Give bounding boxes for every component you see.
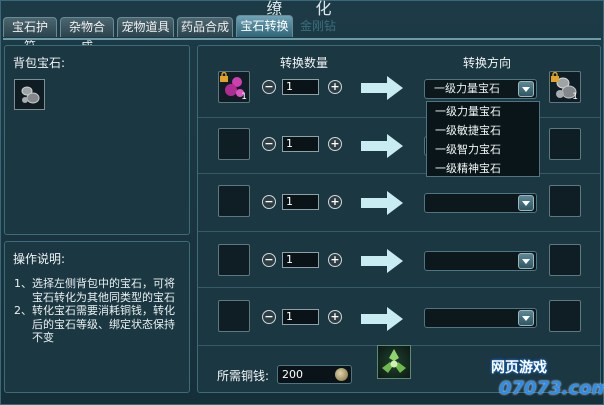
dropdown-option[interactable]: 一级智力宝石	[427, 140, 539, 159]
source-gem-slot[interactable]	[218, 300, 250, 332]
decrease-qty-button[interactable]: −	[262, 253, 276, 267]
cost-field: 200	[277, 365, 352, 384]
direction-select[interactable]	[424, 308, 537, 328]
convert-arrow-icon	[361, 249, 403, 273]
instructions-title: 操作说明:	[13, 252, 66, 266]
dropdown-option[interactable]: 一级敏捷宝石	[427, 121, 539, 140]
tab-bar: 宝石护符 杂物合成 宠物道具 药品合成 宝石转换 金刚钻	[3, 15, 343, 53]
cost-value: 200	[282, 368, 303, 381]
target-gem-slot[interactable]	[549, 300, 581, 332]
source-gem-slot[interactable]: 1	[218, 71, 250, 103]
decrease-qty-button[interactable]: −	[262, 195, 276, 209]
bag-panel: 背包宝石:	[4, 45, 190, 235]
increase-qty-button[interactable]: +	[328, 137, 342, 151]
tab-gem-amulet[interactable]: 宝石护符	[3, 17, 57, 53]
tab-gem-convert[interactable]: 宝石转换	[236, 15, 293, 37]
instruction-item: 2、 转化宝石需要消耗铜钱，转化后的宝石等级、绑定状态保持不变	[14, 304, 175, 344]
quantity-input[interactable]: 1	[282, 309, 319, 325]
site-watermark: 网页游戏 07073.com	[491, 353, 604, 405]
direction-dropdown-menu: 一级力量宝石 一级敏捷宝石 一级智力宝石 一级精神宝石	[426, 101, 540, 177]
window-title: 缭 化	[266, 0, 346, 18]
convert-arrow-icon	[361, 76, 403, 100]
direction-select[interactable]: 一级力量宝石	[424, 79, 537, 99]
dropdown-option[interactable]: 一级力量宝石	[427, 102, 539, 121]
increase-qty-button[interactable]: +	[328, 80, 342, 94]
target-gem-slot[interactable]	[549, 244, 581, 276]
source-gem-slot[interactable]	[218, 244, 250, 276]
direction-select[interactable]	[424, 251, 537, 271]
qty-header: 转换数量	[280, 56, 329, 70]
convert-arrow-icon	[361, 307, 403, 331]
stone-gem-icon	[21, 86, 39, 103]
tab-misc-synthesis[interactable]: 杂物合成	[60, 17, 114, 53]
target-gem-slot[interactable]	[549, 185, 581, 217]
source-gem-slot[interactable]	[218, 185, 250, 217]
watermark-line2: 07073.com	[499, 378, 604, 399]
chevron-down-icon[interactable]	[518, 310, 534, 326]
direction-select[interactable]	[424, 193, 537, 213]
dropdown-option[interactable]: 一级精神宝石	[427, 159, 539, 178]
tab-underline	[3, 38, 601, 40]
decrease-qty-button[interactable]: −	[262, 137, 276, 151]
bag-gem-slot[interactable]	[14, 79, 45, 110]
target-gem-slot[interactable]	[549, 128, 581, 160]
convert-arrow-icon	[361, 134, 403, 158]
convert-confirm-button[interactable]	[377, 345, 411, 379]
gem-conversion-window: 缭 化 宝石护符 杂物合成 宠物道具 药品合成 宝石转换 金刚钻 背包宝石: 操…	[0, 0, 604, 405]
direction-header: 转换方向	[463, 56, 512, 70]
tab-potion-synthesis[interactable]: 药品合成	[177, 17, 233, 37]
tab-pet-items[interactable]: 宠物道具	[117, 17, 174, 37]
decrease-qty-button[interactable]: −	[262, 310, 276, 324]
convert-arrow-icon	[361, 191, 403, 215]
increase-qty-button[interactable]: +	[328, 195, 342, 209]
quantity-input[interactable]: 1	[282, 136, 319, 152]
row-separator	[198, 287, 600, 288]
chevron-down-icon[interactable]	[518, 81, 534, 97]
quantity-input[interactable]: 1	[282, 194, 319, 210]
watermark-line1: 网页游戏	[491, 360, 547, 376]
source-count: 1	[241, 92, 247, 102]
source-gem-slot[interactable]	[218, 128, 250, 160]
chevron-down-icon[interactable]	[518, 195, 534, 211]
instructions-panel: 操作说明: 1、 选择左侧背包中的宝石，可将宝石转化为其他同类型的宝石 2、 转…	[4, 241, 190, 393]
coin-icon	[335, 368, 348, 381]
bag-title: 背包宝石:	[13, 56, 66, 70]
instructions-list: 1、 选择左侧背包中的宝石，可将宝石转化为其他同类型的宝石 2、 转化宝石需要消…	[14, 277, 184, 345]
quantity-input[interactable]: 1	[282, 252, 319, 268]
row-separator	[198, 231, 600, 232]
lock-icon	[551, 72, 559, 82]
cost-label: 所需铜钱:	[217, 369, 270, 383]
tab-diamond[interactable]: 金刚钻	[296, 17, 340, 37]
jade-emblem-icon	[382, 349, 406, 373]
quantity-input[interactable]: 1	[282, 79, 319, 95]
decrease-qty-button[interactable]: −	[262, 80, 276, 94]
increase-qty-button[interactable]: +	[328, 253, 342, 267]
chevron-down-icon[interactable]	[518, 253, 534, 269]
target-gem-slot[interactable]: 1	[549, 71, 581, 103]
instruction-item: 1、 选择左侧背包中的宝石，可将宝石转化为其他同类型的宝石	[14, 277, 175, 304]
target-count: 1	[572, 92, 578, 102]
increase-qty-button[interactable]: +	[328, 310, 342, 324]
